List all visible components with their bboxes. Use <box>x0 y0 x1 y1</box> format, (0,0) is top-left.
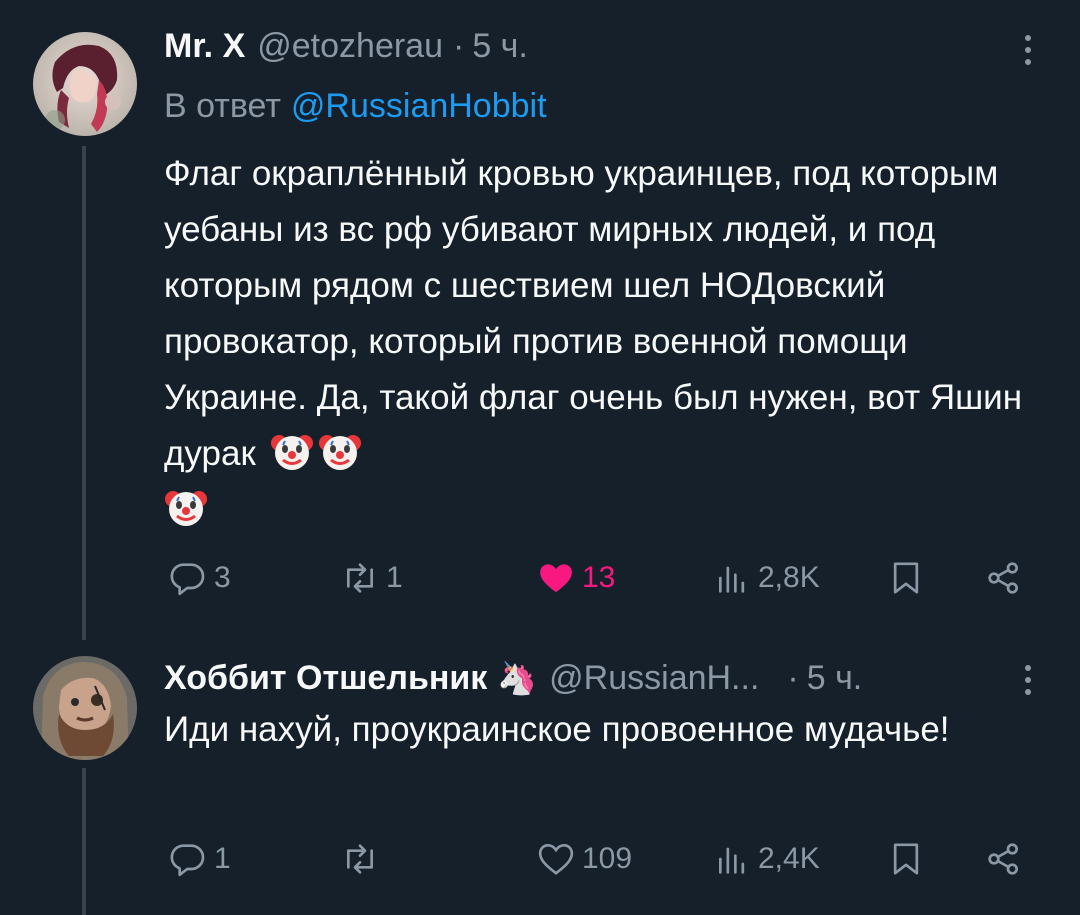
like-button[interactable]: 13 <box>536 553 615 603</box>
view-count: 2,4K <box>758 842 820 875</box>
avatar[interactable] <box>33 656 137 760</box>
tweet[interactable]: Mr. X @etozherau · 5 ч. В ответ @RussianH… <box>0 0 1080 640</box>
bookmark-icon <box>893 562 919 594</box>
bookmark-button[interactable] <box>886 553 926 603</box>
share-button[interactable] <box>984 553 1024 603</box>
bookmark-icon <box>893 843 919 875</box>
separator-dot: · <box>453 27 465 65</box>
retweet-button[interactable]: 1 <box>340 553 403 603</box>
conversation-feed: Mr. X @etozherau · 5 ч. В ответ @RussianH… <box>0 0 1080 915</box>
tweet-text: Иди нахуй, проукраинское провоенное муда… <box>164 702 1044 758</box>
action-bar: 3 1 13 2,8K <box>164 553 1040 603</box>
retweet-icon <box>347 563 373 593</box>
like-count: 109 <box>582 842 633 875</box>
reply-context: В ответ @RussianHobbit <box>164 84 547 128</box>
share-icon <box>988 843 1018 875</box>
share-button[interactable] <box>984 834 1024 884</box>
views-icon <box>719 566 745 593</box>
reply-button[interactable]: 1 <box>168 834 231 884</box>
more-icon[interactable] <box>1016 30 1040 70</box>
thread-line <box>82 146 86 640</box>
reply-count: 3 <box>214 561 231 594</box>
views-icon <box>719 847 745 874</box>
tweet[interactable]: Хоббит Отшельник 🦄 @RussianH... · 5 ч. И… <box>0 640 1080 915</box>
views-button[interactable]: 2,4K <box>712 834 820 884</box>
tweet-body: Флаг окраплённый кровью украинцев, под к… <box>164 154 1023 473</box>
tweet-text: Флаг окраплённый кровью украинцев, под к… <box>164 146 1044 538</box>
bookmark-button[interactable] <box>886 834 926 884</box>
more-icon[interactable] <box>1016 660 1040 700</box>
tweet-body: Иди нахуй, проукраинское провоенное муда… <box>164 710 950 749</box>
thread-line <box>82 768 86 915</box>
reply-button[interactable]: 3 <box>168 553 231 603</box>
tweet-header: Хоббит Отшельник 🦄 @RussianH... · 5 ч. <box>164 658 1040 698</box>
heart-icon <box>540 564 572 593</box>
heart-icon <box>538 843 574 875</box>
timestamp[interactable]: 5 ч. <box>807 658 863 698</box>
clown-face-icon <box>165 491 207 526</box>
avatar[interactable] <box>33 32 137 136</box>
clown-face-icon <box>270 435 313 470</box>
like-count: 13 <box>582 561 616 594</box>
user-handle[interactable]: @RussianH... <box>549 658 759 698</box>
view-count: 2,8K <box>758 561 820 594</box>
share-icon <box>988 562 1018 594</box>
reply-prefix: В ответ <box>164 87 281 125</box>
display-name[interactable]: Mr. X <box>164 26 245 66</box>
separator-dot: · <box>787 659 799 697</box>
views-button[interactable]: 2,8K <box>712 553 820 603</box>
like-button[interactable]: 109 <box>536 834 632 884</box>
tweet-header: Mr. X @etozherau · 5 ч. <box>164 26 1040 66</box>
clown-face-icon <box>318 435 361 470</box>
reply-mention-link[interactable]: @RussianHobbit <box>291 87 547 125</box>
retweet-icon <box>347 844 373 874</box>
reply-count: 1 <box>214 842 231 875</box>
unicorn-icon: 🦄 <box>497 660 538 696</box>
reply-icon <box>170 844 205 877</box>
user-handle[interactable]: @etozherau <box>257 26 443 66</box>
reply-icon <box>170 563 205 596</box>
timestamp[interactable]: 5 ч. <box>472 26 528 66</box>
display-name[interactable]: Хоббит Отшельник <box>164 658 487 698</box>
action-bar: 1 109 2,4K <box>164 834 1040 884</box>
retweet-count: 1 <box>386 561 403 594</box>
retweet-button[interactable] <box>340 834 386 884</box>
